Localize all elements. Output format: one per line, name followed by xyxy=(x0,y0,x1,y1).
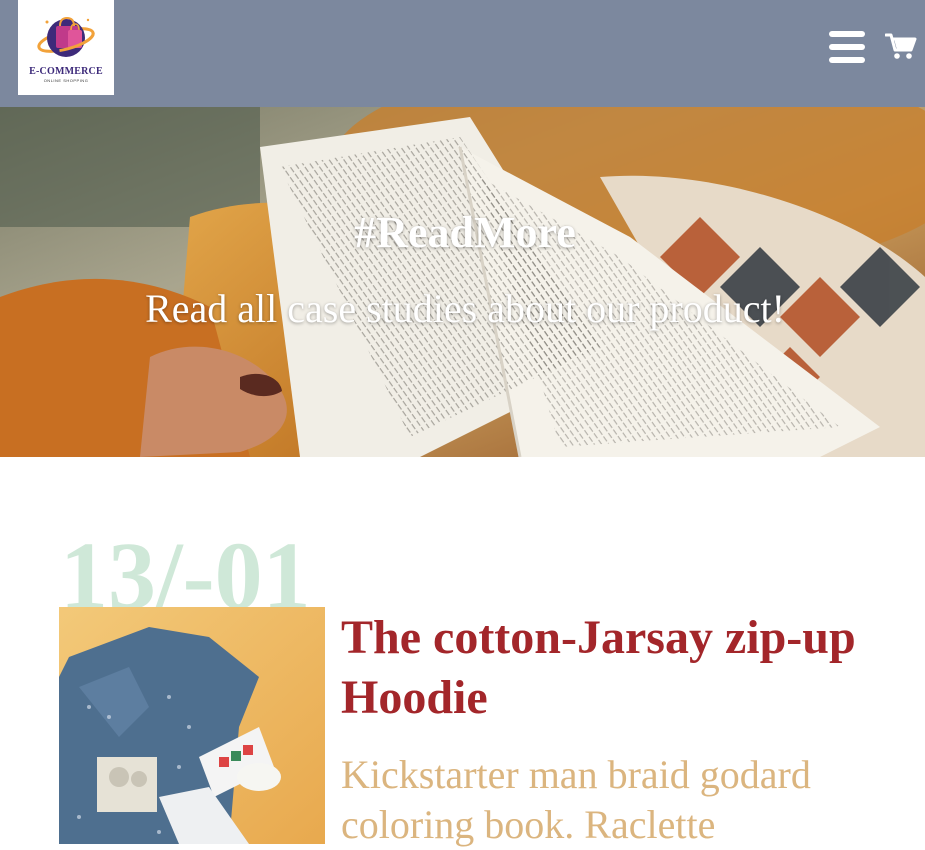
logo-subtitle: ONLINE SHOPPING xyxy=(43,78,89,83)
post-title[interactable]: The cotton-Jarsay zip-up Hoodie xyxy=(341,608,881,728)
menu-bar xyxy=(829,57,865,63)
shopping-bag-globe-logo-icon xyxy=(37,16,95,57)
open-book-on-pillow-photo xyxy=(0,107,925,457)
hero-title: #ReadMore xyxy=(354,208,576,257)
menu-bar xyxy=(829,44,865,50)
baby-hoodie-product-photo xyxy=(59,607,325,844)
site-logo[interactable]: E-COMMERCE ONLINE SHOPPING xyxy=(18,0,114,95)
shopping-cart-icon[interactable] xyxy=(884,32,917,60)
hero-subtitle: Read all case studies about our product! xyxy=(145,286,785,331)
logo-title: E-COMMERCE xyxy=(29,66,103,77)
site-header: E-COMMERCE ONLINE SHOPPING xyxy=(0,0,925,107)
post-thumbnail[interactable] xyxy=(59,607,325,844)
menu-bar xyxy=(829,31,865,37)
hero-banner: #ReadMore Read all case studies about ou… xyxy=(0,107,925,457)
post-excerpt: Kickstarter man braid godard coloring bo… xyxy=(341,752,811,847)
hamburger-menu-icon[interactable] xyxy=(829,31,865,63)
